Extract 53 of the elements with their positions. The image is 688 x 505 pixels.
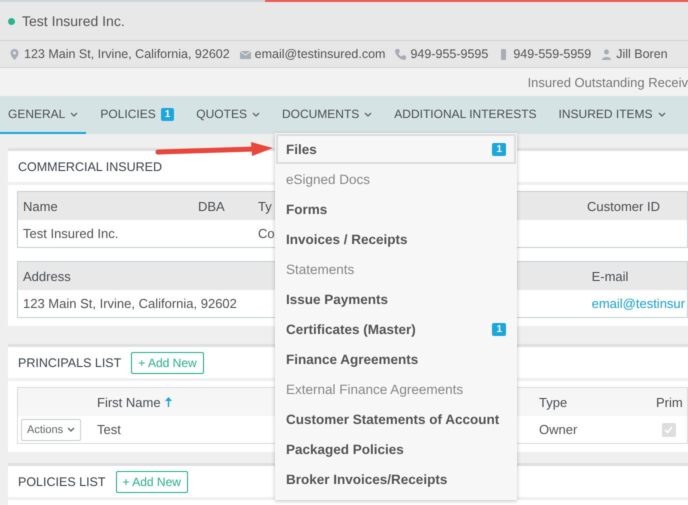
nav-tab[interactable]: POLICIES 1 — [92, 96, 182, 134]
envelope-icon — [240, 48, 251, 60]
menu-item[interactable]: Invoices / Receipts — [276, 224, 516, 254]
nav-tab[interactable]: QUOTES — [188, 96, 268, 134]
menu-item[interactable]: eSigned Docs — [276, 164, 516, 194]
contact-text: email@testinsured.com — [254, 47, 386, 61]
person-icon — [601, 48, 612, 60]
menu-item[interactable]: Customer Statements of Account — [276, 404, 516, 434]
actions-dropdown[interactable]: Actions — [21, 418, 82, 440]
menu-item[interactable]: Packaged Policies — [276, 434, 516, 464]
table-cell: Test Insured Inc. — [23, 226, 118, 241]
receivables-link[interactable]: Insured Outstanding Receiv — [528, 74, 688, 90]
section-title: PRINCIPALS LIST — [18, 356, 122, 370]
nav-tab[interactable]: INSURED ITEMS — [550, 96, 674, 134]
status-dot — [8, 18, 15, 24]
menu-item[interactable]: Issue Payments — [276, 284, 516, 314]
table-cell: Co — [258, 226, 275, 241]
count-badge: 1 — [492, 322, 506, 336]
count-badge: 1 — [492, 142, 506, 156]
contact-text: 949-955-9595 — [410, 47, 488, 61]
nav-tab[interactable]: GENERAL — [0, 96, 86, 134]
pin-icon — [9, 48, 20, 60]
column-header: E-mail — [592, 268, 628, 284]
column-header[interactable]: Type — [539, 394, 568, 410]
chevron-down-icon — [67, 427, 76, 432]
count-badge: 1 — [160, 108, 174, 120]
menu-item[interactable]: Finance Agreements — [276, 344, 516, 374]
column-header: Ty — [258, 198, 272, 214]
menu-item[interactable]: External Finance Agreements — [276, 374, 516, 404]
checkbox[interactable] — [662, 422, 676, 436]
column-header: Customer ID — [587, 198, 660, 214]
checkmark-icon — [663, 424, 674, 434]
table-cell: Test — [97, 422, 121, 437]
column-header: Address — [23, 268, 71, 284]
contact-text: 123 Main St, Irvine, California, 92602 — [24, 47, 230, 61]
menu-item[interactable]: Statements — [276, 254, 516, 284]
column-header: Name — [23, 198, 58, 214]
contact-text: 949-559-5959 — [513, 47, 592, 61]
insured-name: Test Insured Inc. — [22, 13, 125, 29]
menu-item[interactable]: Forms — [276, 194, 516, 224]
column-header[interactable]: Prim — [656, 394, 683, 410]
table-cell: 123 Main St, Irvine, California, 92602 — [23, 296, 237, 311]
menu-item[interactable]: Files 1 — [276, 134, 516, 164]
phone-icon — [395, 48, 406, 60]
contact-text: Jill Boren — [616, 47, 668, 61]
column-header[interactable]: First Name — [97, 394, 161, 410]
menu-item[interactable]: Broker Invoices/Receipts — [276, 464, 516, 494]
nav-tab[interactable]: ADDITIONAL INTERESTS — [386, 96, 545, 134]
column-header: DBA — [198, 198, 225, 214]
section-title: COMMERCIAL INSURED — [18, 160, 162, 174]
table-cell: Owner — [539, 422, 578, 437]
section-title: POLICIES LIST — [18, 474, 106, 488]
menu-item[interactable]: Certificates (Master) 1 — [276, 314, 516, 344]
